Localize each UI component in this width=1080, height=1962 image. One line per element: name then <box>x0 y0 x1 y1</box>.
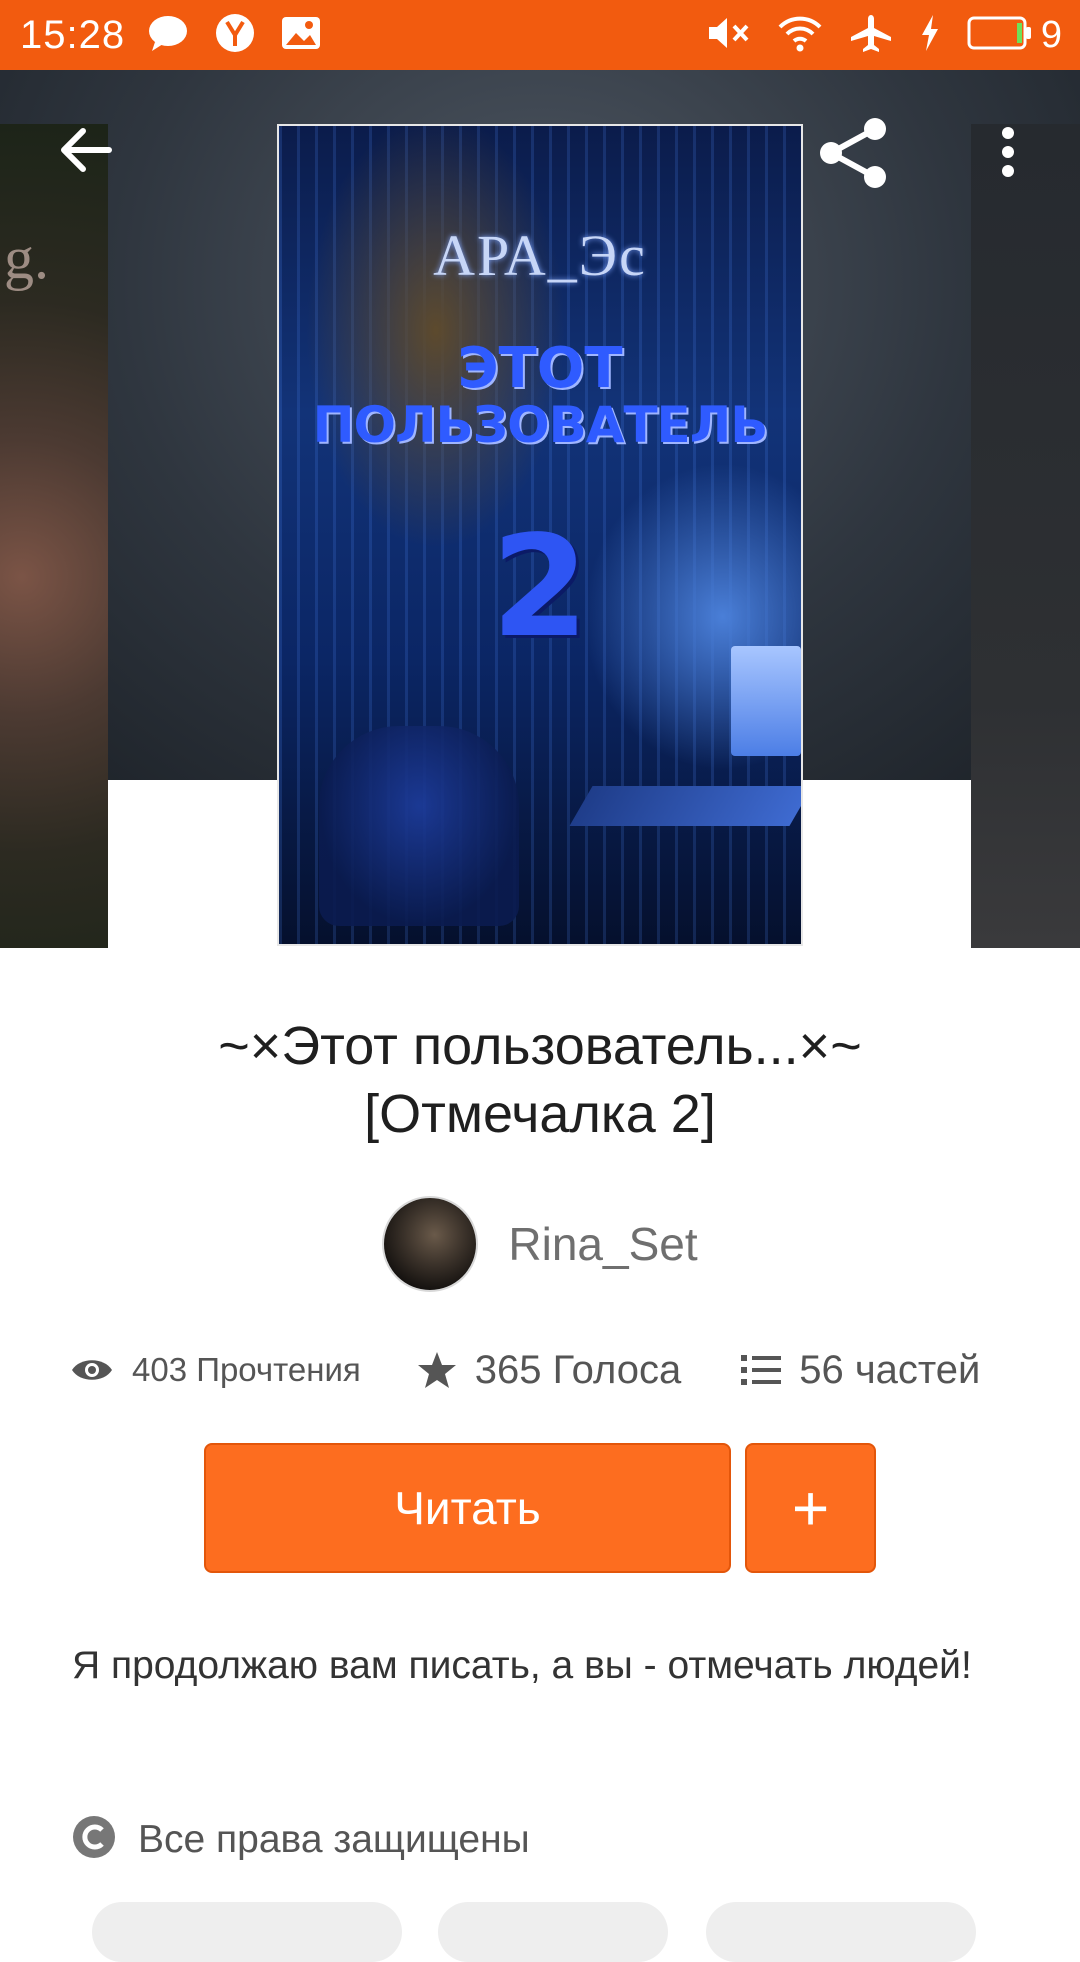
image-notification-icon <box>281 15 321 56</box>
previous-cover-text: g. <box>4 225 49 291</box>
cover-chair-art <box>319 726 519 926</box>
status-time: 15:28 <box>20 12 126 57</box>
parts-count: 56 частей <box>799 1347 981 1392</box>
author-name[interactable]: Rina_Set <box>508 1217 697 1271</box>
book-cover[interactable]: АРА_Эс ЭТОТ ПОЛЬЗОВАТЕЛЬ 2 <box>277 124 803 946</box>
book-description: Я продолжаю вам писать, а вы - отмечать … <box>72 1644 972 1687</box>
list-icon <box>741 1353 782 1387</box>
cover-title-line1: ЭТОТ <box>457 336 623 401</box>
tag-chip[interactable] <box>706 1902 976 1962</box>
parts-stat: 56 частей <box>741 1348 980 1393</box>
copyright-icon <box>72 1815 116 1864</box>
airplane-icon <box>849 13 893 58</box>
charging-icon <box>919 13 941 58</box>
message-icon <box>147 14 189 57</box>
star-icon <box>417 1350 457 1390</box>
cover-desk-art <box>569 786 801 826</box>
wifi-icon <box>777 13 823 58</box>
reads-stat: 403 Прочтения <box>70 1351 361 1389</box>
yandex-icon <box>215 13 255 58</box>
book-title: ~×Этот пользователь...×~ [Отмечалка 2] <box>60 1012 1020 1148</box>
copyright-row: Все права защищены <box>72 1815 530 1864</box>
previous-book-cover[interactable]: g. <box>0 124 108 948</box>
battery-level: 9 <box>1040 13 1062 56</box>
arrow-left-icon <box>57 125 113 180</box>
author-avatar[interactable] <box>382 1196 479 1292</box>
share-button[interactable] <box>808 110 898 200</box>
stats-row: 403 Прочтения 365 Голоса 56 частей <box>70 1340 1030 1400</box>
battery-icon <box>967 15 1033 56</box>
share-icon <box>815 115 891 196</box>
book-title-line1: ~×Этот пользователь...×~ <box>218 1016 862 1076</box>
cover-title: ЭТОТ ПОЛЬЗОВАТЕЛЬ <box>279 336 801 454</box>
more-vertical-icon <box>1000 126 1016 183</box>
book-title-line2: [Отмечалка 2] <box>364 1084 716 1144</box>
reads-count: 403 Прочтения <box>132 1351 361 1388</box>
more-button[interactable] <box>988 114 1028 194</box>
votes-stat: 365 Голоса <box>417 1348 681 1393</box>
add-to-library-button[interactable]: + <box>745 1443 876 1573</box>
eye-icon <box>70 1355 114 1385</box>
back-button[interactable] <box>40 112 130 192</box>
author-row[interactable]: Rina_Set <box>0 1196 1080 1292</box>
copyright-text: Все права защищены <box>138 1817 530 1861</box>
tag-chip[interactable] <box>438 1902 668 1962</box>
votes-count: 365 Голоса <box>474 1347 682 1392</box>
cover-number: 2 <box>491 506 589 669</box>
status-bar: 15:28 9 <box>0 0 1080 70</box>
cover-author-text: АРА_Эс <box>433 223 647 288</box>
read-button[interactable]: Читать <box>204 1443 731 1573</box>
tag-chip[interactable] <box>92 1902 402 1962</box>
next-book-cover[interactable] <box>971 124 1080 948</box>
cover-title-line2: ПОЛЬЗОВАТЕЛЬ <box>312 395 769 454</box>
mute-icon <box>707 13 751 58</box>
